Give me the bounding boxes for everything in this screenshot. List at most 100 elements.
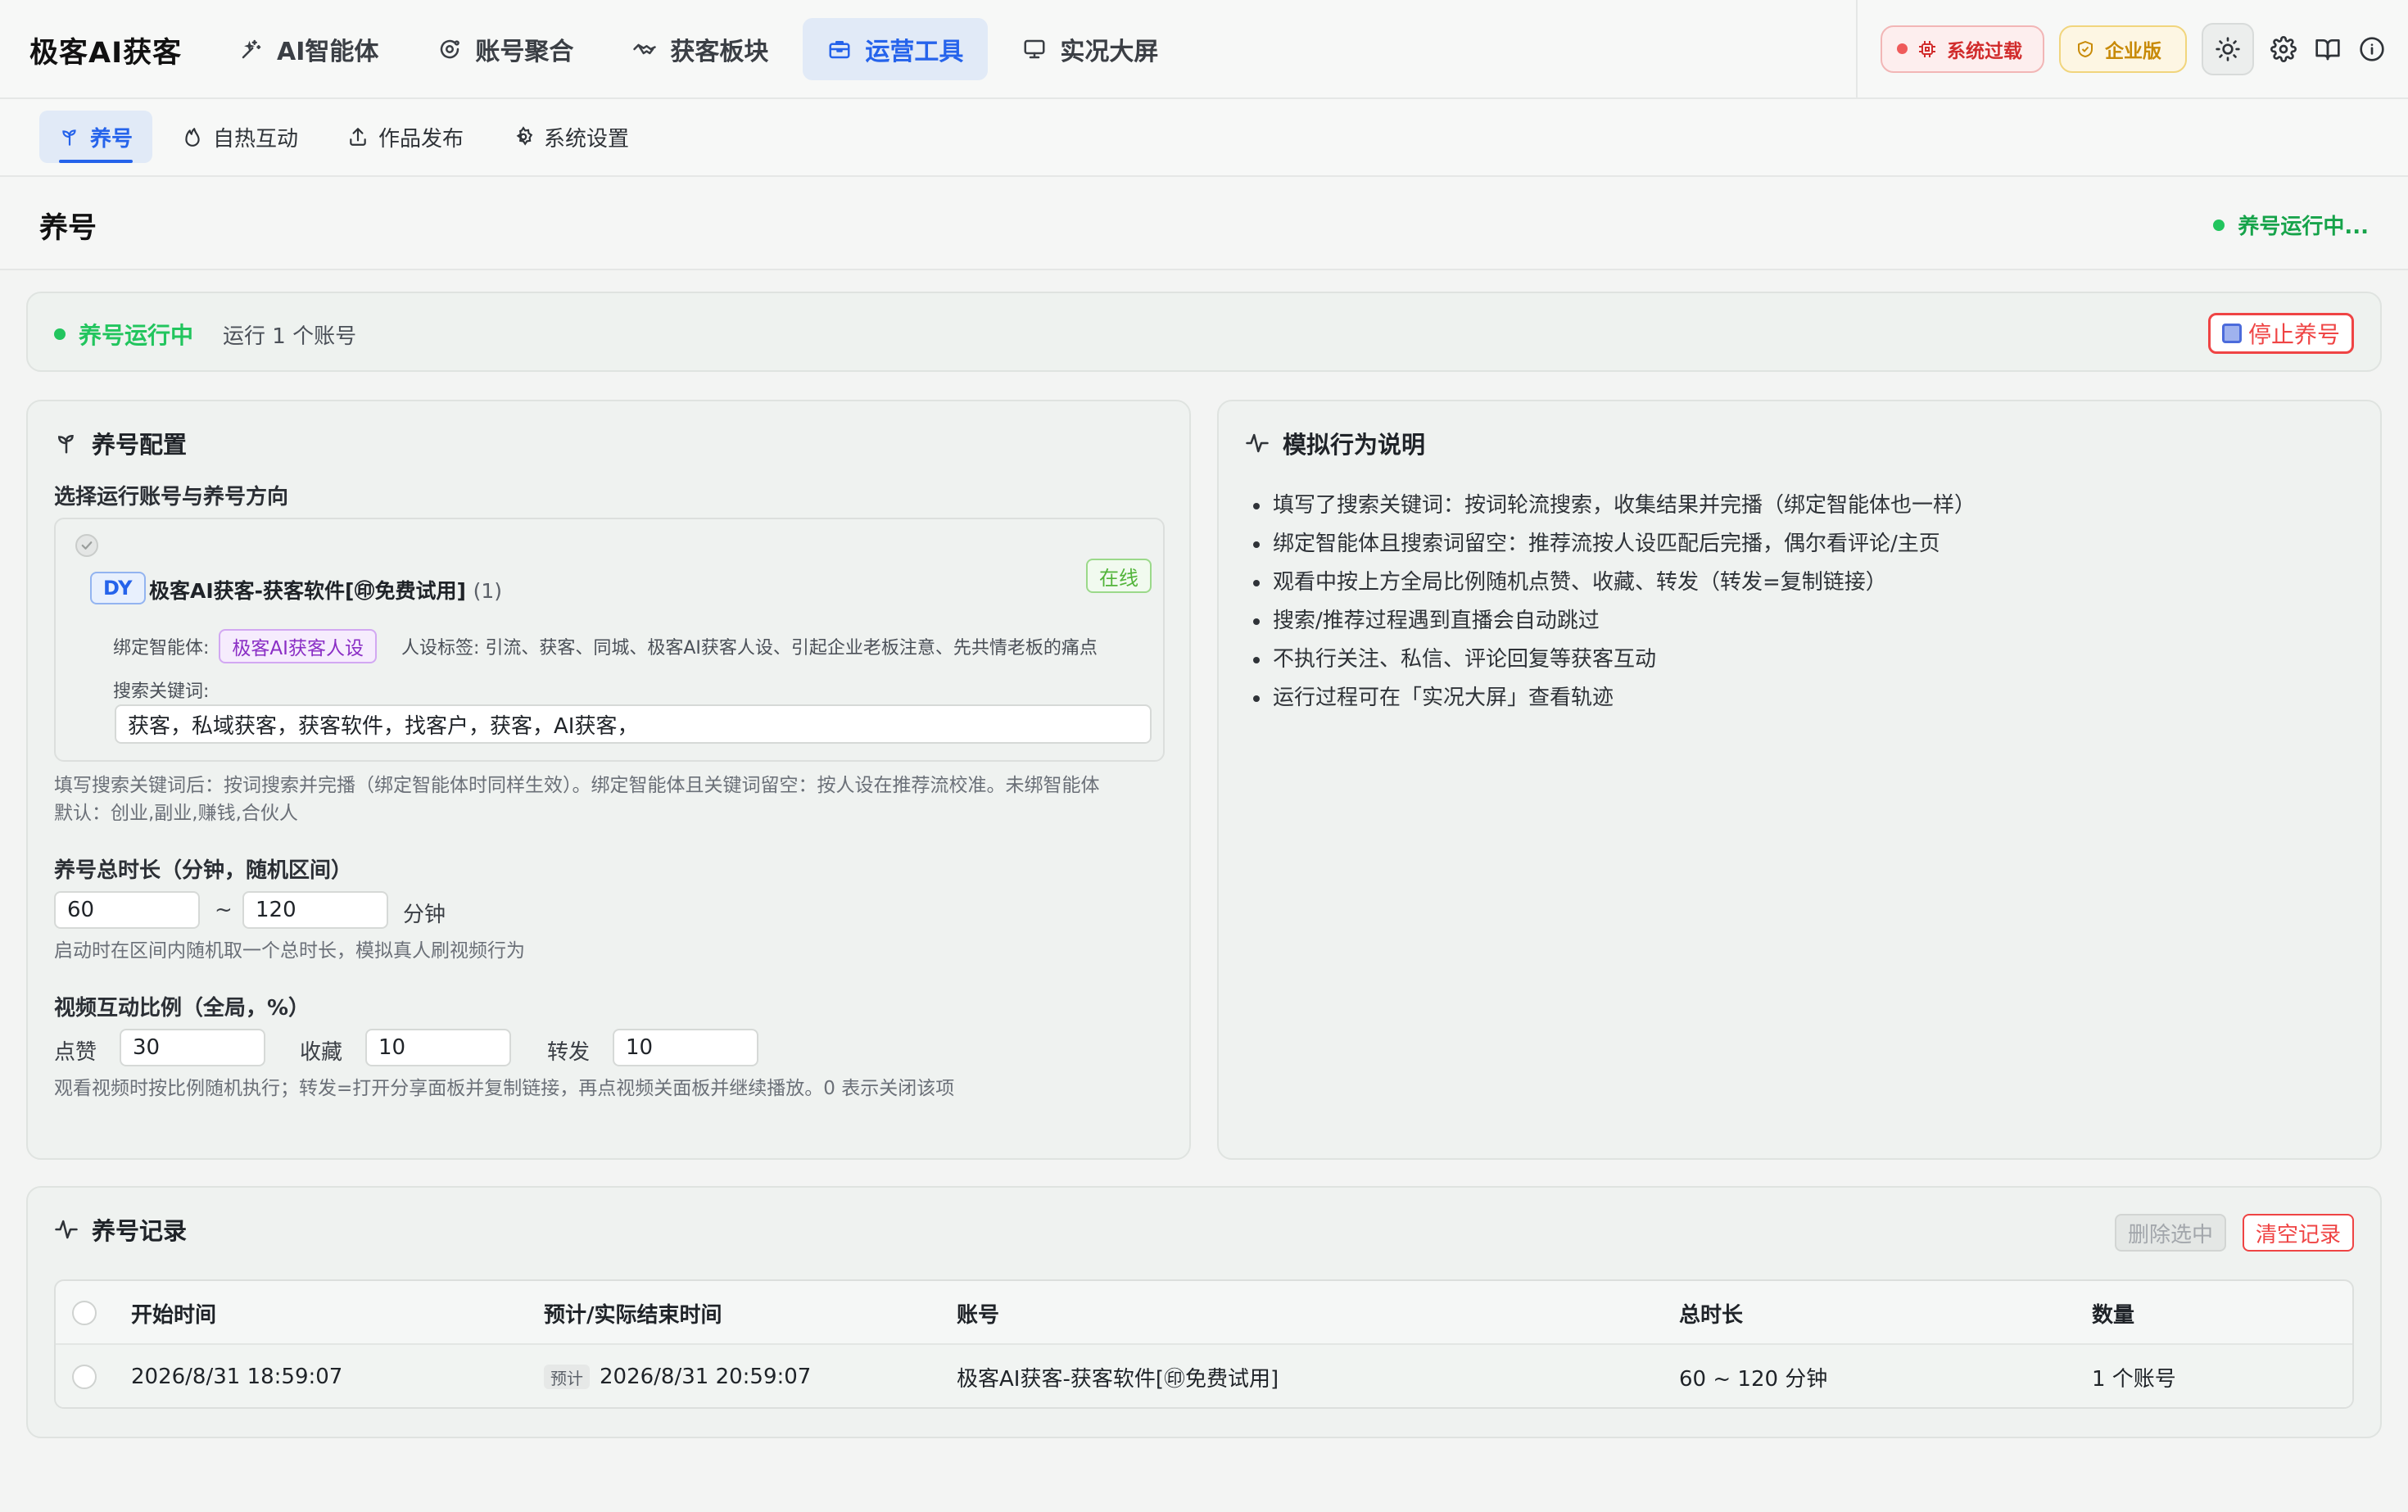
activity-icon bbox=[54, 1217, 79, 1242]
orbit-icon bbox=[437, 37, 462, 61]
page-title: 养号 bbox=[39, 212, 97, 245]
duration-unit: 分钟 bbox=[403, 903, 446, 927]
delete-selected-button[interactable]: 删除选中 bbox=[2114, 1214, 2226, 1252]
keyword-hint-line: 默认：创业,副业,赚钱,合伙人 bbox=[54, 803, 298, 824]
toolbox-icon bbox=[827, 37, 852, 61]
theme-toggle-button[interactable] bbox=[2202, 22, 2254, 75]
list-item: 填写了搜索关键词：按词轮流搜索，收集结果并完播（绑定智能体也一样） bbox=[1253, 487, 1976, 525]
running-status: 养号运行中 bbox=[54, 318, 193, 351]
gear-icon bbox=[513, 126, 534, 147]
persona-tags-text: 人设标签: 引流、获客、同城、极客AI获客人设、引起企业老板注意、先共情老板的痛… bbox=[401, 638, 1098, 659]
clear-records-button[interactable]: 清空记录 bbox=[2242, 1214, 2354, 1252]
card-title-label: 养号配置 bbox=[92, 431, 188, 459]
stop-nurture-button[interactable]: 停止养号 bbox=[2207, 313, 2354, 354]
account-card[interactable]: DY 极客AI获客-获客软件[㊞免费试用] (1) 在线 绑定智能体: 极客AI… bbox=[54, 518, 1165, 762]
table-header-row: 开始时间 预计/实际结束时间 账号 总时长 数量 bbox=[56, 1281, 2352, 1345]
handshake-icon bbox=[632, 37, 657, 61]
book-open-icon bbox=[2315, 36, 2341, 62]
enterprise-badge[interactable]: 企业版 bbox=[2059, 25, 2187, 73]
upload-icon bbox=[347, 126, 369, 147]
brand-logo: 极客AI获客 bbox=[29, 37, 183, 70]
account-name-text: 极客AI获客-获客软件[㊞免费试用] bbox=[149, 579, 466, 603]
column-header: 数量 bbox=[2092, 1302, 2135, 1328]
page-header: 养号 养号运行中... bbox=[0, 177, 2408, 270]
card-title: 养号配置 bbox=[54, 426, 187, 460]
nav-ops-tools[interactable]: 运营工具 bbox=[803, 18, 989, 80]
select-all-checkbox[interactable] bbox=[72, 1301, 97, 1325]
activity-icon bbox=[1245, 431, 1270, 455]
running-banner: 养号运行中 运行 1 个账号 停止养号 bbox=[26, 292, 2382, 372]
monitor-icon bbox=[1022, 37, 1047, 61]
duration-cell: 60 ~ 120 分钟 bbox=[1679, 1366, 1828, 1392]
like-ratio-input[interactable]: 30 bbox=[120, 1029, 265, 1066]
duration-label: 养号总时长（分钟，随机区间） bbox=[54, 858, 353, 883]
nav-acquisition[interactable]: 获客板块 bbox=[608, 18, 793, 80]
tab-publish[interactable]: 作品发布 bbox=[328, 111, 483, 163]
sun-icon bbox=[2215, 36, 2241, 62]
records-table: 开始时间 预计/实际结束时间 账号 总时长 数量 2026/8/31 18:59… bbox=[54, 1279, 2354, 1409]
keyword-hint-line: 填写搜索关键词后：按词搜索并完播（绑定智能体时同样生效）。绑定智能体且关键词留空… bbox=[54, 775, 1100, 796]
share-label: 转发 bbox=[547, 1040, 591, 1065]
running-count: 运行 1 个账号 bbox=[223, 324, 357, 349]
info-button[interactable] bbox=[2357, 34, 2387, 64]
list-item: 绑定智能体且搜索词留空：推荐流按人设匹配后完播，偶尔看评论/主页 bbox=[1253, 525, 1976, 564]
share-ratio-input[interactable]: 10 bbox=[613, 1029, 758, 1066]
settings-button[interactable] bbox=[2269, 34, 2298, 64]
select-account-label: 选择运行账号与养号方向 bbox=[54, 485, 289, 509]
info-icon bbox=[2359, 36, 2385, 62]
tab-label: 作品发布 bbox=[378, 126, 464, 152]
persona-tag[interactable]: 极客AI获客人设 bbox=[219, 629, 377, 663]
tab-label: 自热互动 bbox=[213, 126, 299, 152]
behavior-explain-card: 模拟行为说明 填写了搜索关键词：按词轮流搜索，收集结果并完播（绑定智能体也一样）… bbox=[1217, 400, 2382, 1160]
table-row[interactable]: 2026/8/31 18:59:07 预计 2026/8/31 20:59:07… bbox=[56, 1345, 2352, 1407]
row-select-cell bbox=[72, 1345, 97, 1407]
duration-hint: 启动时在区间内随机取一个总时长，模拟真人刷视频行为 bbox=[54, 940, 525, 962]
nav-account-aggregation[interactable]: 账号聚合 bbox=[413, 18, 598, 80]
sparkle-icon bbox=[239, 37, 264, 61]
system-overload-badge[interactable]: 系统过载 bbox=[1881, 25, 2044, 73]
stop-icon bbox=[2221, 324, 2242, 343]
nav-ai-agent[interactable]: AI智能体 bbox=[215, 18, 403, 80]
column-header: 开始时间 bbox=[131, 1302, 217, 1328]
account-count: (1) bbox=[473, 579, 503, 603]
sprout-icon bbox=[59, 126, 80, 147]
start-time-cell: 2026/8/31 18:59:07 bbox=[131, 1365, 343, 1389]
page-status-label: 养号运行中... bbox=[2238, 215, 2369, 239]
nav-label: AI智能体 bbox=[277, 38, 379, 66]
duration-tilde: ~ bbox=[215, 898, 233, 922]
select-all-cell bbox=[72, 1281, 97, 1345]
duration-min-input[interactable]: 60 bbox=[54, 891, 200, 929]
column-header: 账号 bbox=[957, 1302, 1000, 1328]
account-name: 极客AI获客-获客软件[㊞免费试用] (1) bbox=[149, 575, 502, 604]
status-dot bbox=[2213, 219, 2225, 231]
tab-auto-interaction[interactable]: 自热互动 bbox=[162, 111, 318, 163]
tab-account-nurture[interactable]: 养号 bbox=[39, 111, 153, 163]
tab-label: 养号 bbox=[90, 126, 134, 152]
like-label: 点赞 bbox=[54, 1040, 97, 1065]
nav-label: 获客板块 bbox=[670, 38, 769, 66]
sub-nav: 养号 自热互动 作品发布 系统设置 bbox=[0, 99, 2408, 177]
favorite-ratio-input[interactable]: 10 bbox=[365, 1029, 511, 1066]
keyword-input[interactable]: 获客，私域获客，获客软件，找客户，获客，AI获客， bbox=[115, 704, 1152, 744]
nav-live-screen[interactable]: 实况大屏 bbox=[998, 18, 1183, 80]
count-cell: 1 个账号 bbox=[2092, 1366, 2176, 1392]
nav-label: 账号聚合 bbox=[475, 38, 574, 66]
bind-agent-label: 绑定智能体: bbox=[113, 638, 210, 659]
tab-system-settings[interactable]: 系统设置 bbox=[493, 111, 649, 163]
online-status-badge: 在线 bbox=[1086, 559, 1152, 593]
bind-agent-row: 绑定智能体: 极客AI获客人设 人设标签: 引流、获客、同城、极客AI获客人设、… bbox=[113, 629, 1098, 663]
tab-label: 系统设置 bbox=[544, 126, 630, 152]
ratio-hint: 观看视频时按比例随机执行；转发=打开分享面板并复制链接，再点视频关面板并继续播放… bbox=[54, 1078, 955, 1099]
row-checkbox[interactable] bbox=[72, 1365, 97, 1389]
nav-label: 运营工具 bbox=[865, 38, 964, 66]
column-header: 总时长 bbox=[1679, 1302, 1744, 1328]
edition-label: 企业版 bbox=[2105, 40, 2161, 62]
account-checkbox[interactable] bbox=[75, 534, 98, 557]
overload-label: 系统过载 bbox=[1947, 40, 2022, 62]
page-status: 养号运行中... bbox=[2213, 210, 2369, 240]
duration-max-input[interactable]: 120 bbox=[242, 891, 388, 929]
top-bar: 极客AI获客 AI智能体 账号聚合 获客板块 运营工具 实况大屏 系统过载 企业… bbox=[0, 0, 2408, 99]
card-title: 模拟行为说明 bbox=[1245, 426, 1425, 460]
card-title-label: 模拟行为说明 bbox=[1283, 431, 1426, 459]
docs-button[interactable] bbox=[2313, 34, 2342, 64]
